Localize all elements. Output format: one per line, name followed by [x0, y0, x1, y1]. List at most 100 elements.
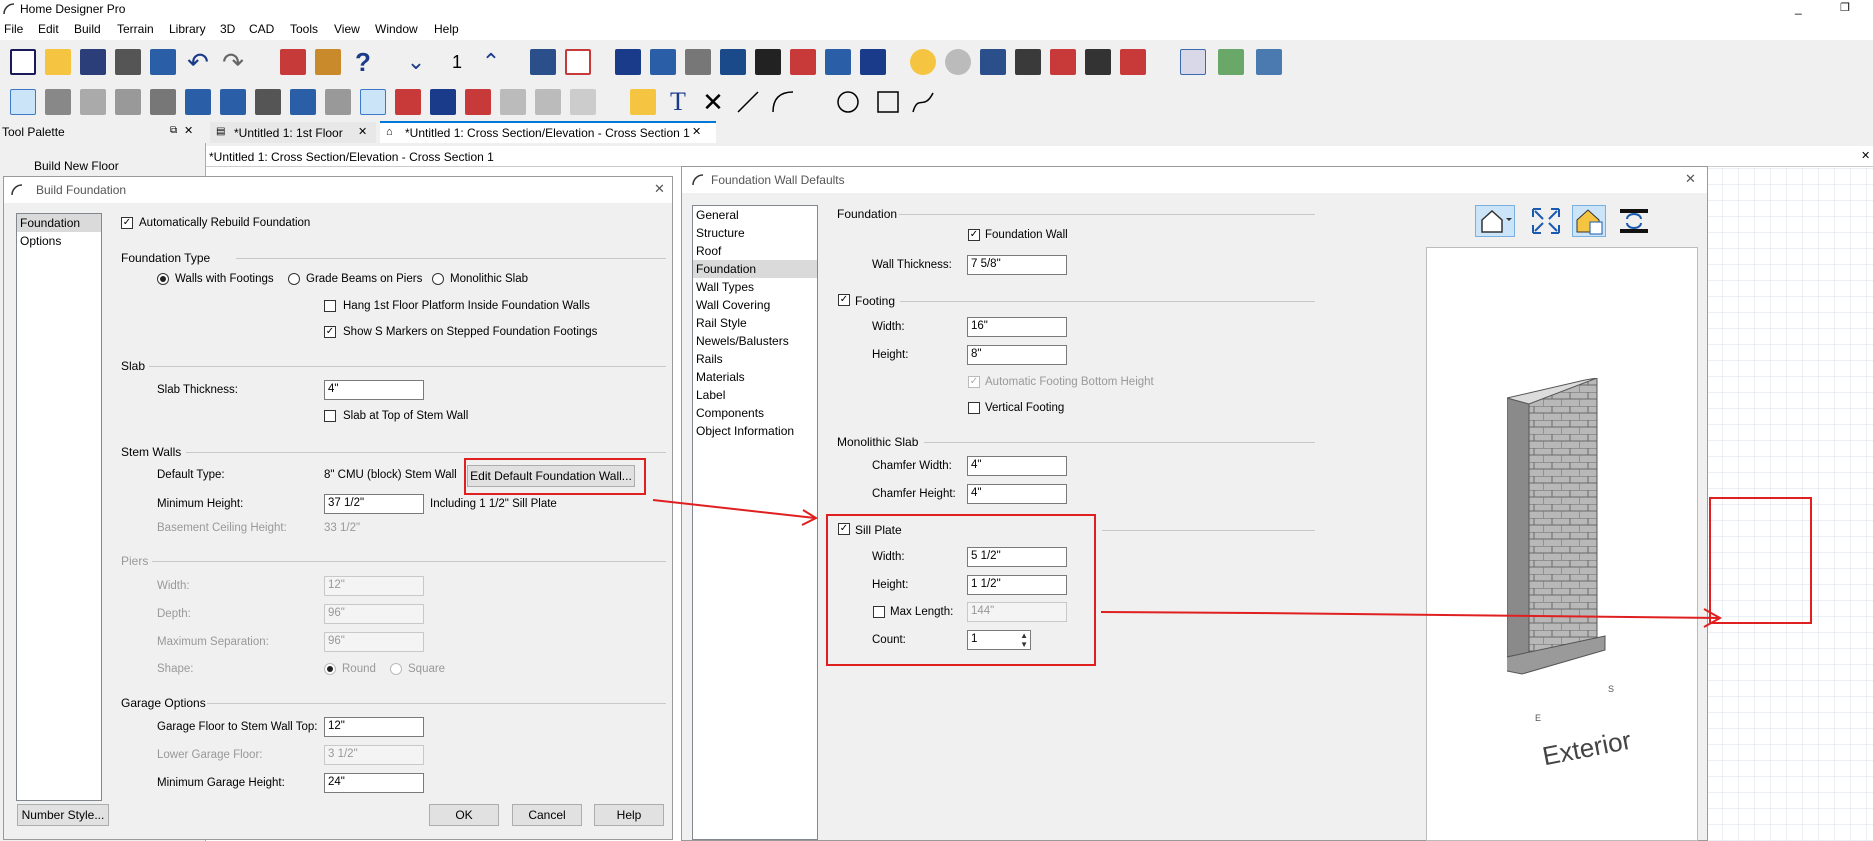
- fwd-nav-newels[interactable]: Newels/Balusters: [693, 332, 817, 350]
- walls-footings-radio[interactable]: [157, 273, 169, 285]
- panels-icon[interactable]: [1256, 49, 1282, 75]
- material-eyedropper-icon[interactable]: [1050, 49, 1076, 75]
- ok-button[interactable]: OK: [429, 804, 499, 826]
- house-defaults-icon[interactable]: [1180, 49, 1206, 75]
- cabinet-icon[interactable]: [185, 89, 211, 115]
- fwd-nav-components[interactable]: Components: [693, 404, 817, 422]
- undo-icon[interactable]: ↶: [185, 49, 211, 75]
- slab-top-checkbox[interactable]: [324, 410, 336, 422]
- layer-icon[interactable]: [1120, 49, 1146, 75]
- ruler-icon[interactable]: [630, 89, 656, 115]
- pier-width-input[interactable]: 12": [324, 576, 424, 596]
- shed-icon[interactable]: [535, 89, 561, 115]
- pier-depth-input[interactable]: 96": [324, 604, 424, 624]
- grade-beams-radio[interactable]: [288, 273, 300, 285]
- wrench-icon[interactable]: [530, 49, 556, 75]
- tab-cross-section[interactable]: ⌂ *Untitled 1: Cross Section/Elevation -…: [380, 121, 716, 143]
- menu-terrain[interactable]: Terrain: [117, 22, 154, 36]
- house-outline-2-icon[interactable]: [430, 89, 456, 115]
- preview-refresh-button[interactable]: [1617, 205, 1651, 237]
- fwd-nav-materials[interactable]: Materials: [693, 368, 817, 386]
- foundation-wall-checkbox[interactable]: ✓: [968, 229, 980, 241]
- tab-close-icon[interactable]: ✕: [358, 125, 367, 138]
- menu-edit[interactable]: Edit: [38, 22, 59, 36]
- house-view-icon[interactable]: [615, 49, 641, 75]
- mouse-icon[interactable]: [685, 49, 711, 75]
- bf-nav-options[interactable]: Options: [17, 232, 101, 250]
- checklist-icon[interactable]: [565, 49, 591, 75]
- spray-icon[interactable]: [980, 49, 1006, 75]
- fwd-nav-structure[interactable]: Structure: [693, 224, 817, 242]
- wall-stack-icon[interactable]: [115, 89, 141, 115]
- open-folder-icon[interactable]: [45, 49, 71, 75]
- dimension-icon[interactable]: [150, 89, 176, 115]
- menu-cad[interactable]: CAD: [249, 22, 274, 36]
- stairs-icon[interactable]: [45, 89, 71, 115]
- shape-round-radio[interactable]: [324, 663, 336, 675]
- window-icon[interactable]: [290, 89, 316, 115]
- floor-stack-icon[interactable]: [325, 89, 351, 115]
- palette-pin-icon[interactable]: ⧉: [170, 125, 177, 136]
- line-icon[interactable]: [735, 89, 761, 115]
- light-bulb-icon[interactable]: [910, 49, 936, 75]
- house-icon[interactable]: [360, 89, 386, 115]
- chamfer-height-input[interactable]: 4": [967, 484, 1067, 504]
- fwd-nav-roof[interactable]: Roof: [693, 242, 817, 260]
- save-icon[interactable]: [80, 49, 106, 75]
- menu-help[interactable]: Help: [434, 22, 459, 36]
- path-icon[interactable]: [570, 89, 596, 115]
- lower-garage-input[interactable]: 3 1/2": [324, 745, 424, 765]
- hang-platform-checkbox[interactable]: [324, 300, 336, 312]
- arc-icon[interactable]: [770, 89, 796, 115]
- text-icon[interactable]: T: [665, 89, 691, 115]
- door-icon[interactable]: [220, 89, 246, 115]
- no-material-icon[interactable]: [1085, 49, 1111, 75]
- x-mark-icon[interactable]: ✕: [700, 89, 726, 115]
- select-objects-icon[interactable]: [10, 89, 36, 115]
- up-floor-icon[interactable]: ⌃: [478, 49, 504, 75]
- menu-view[interactable]: View: [334, 22, 360, 36]
- rectangle-icon[interactable]: [875, 89, 901, 115]
- shape-square-radio[interactable]: [390, 663, 402, 675]
- fence-icon[interactable]: [465, 89, 491, 115]
- camera-record-icon[interactable]: [790, 49, 816, 75]
- menu-file[interactable]: File: [4, 22, 23, 36]
- terrain-icon[interactable]: [1218, 49, 1244, 75]
- footing-height-input[interactable]: 8": [967, 345, 1067, 365]
- spline-icon[interactable]: [910, 89, 936, 115]
- fwd-close-icon[interactable]: ✕: [1685, 171, 1696, 187]
- view-close-icon[interactable]: ✕: [1861, 149, 1870, 162]
- tab-close-icon[interactable]: ✕: [692, 125, 701, 138]
- railing-icon[interactable]: [80, 89, 106, 115]
- garage-floor-input[interactable]: 12": [324, 717, 424, 737]
- dialog-close-icon[interactable]: ✕: [654, 181, 665, 197]
- palette-close-icon[interactable]: ✕: [184, 124, 193, 137]
- menu-build[interactable]: Build: [74, 22, 101, 36]
- wall-thickness-input[interactable]: 7 5/8": [967, 255, 1067, 275]
- fwd-nav-label[interactable]: Label: [693, 386, 817, 404]
- fwd-nav-rail-style[interactable]: Rail Style: [693, 314, 817, 332]
- vertical-footing-checkbox[interactable]: [968, 402, 980, 414]
- pier-separation-input[interactable]: 96": [324, 632, 424, 652]
- print-preview-icon[interactable]: [150, 49, 176, 75]
- monolithic-slab-radio[interactable]: [432, 273, 444, 285]
- footing-checkbox[interactable]: ✓: [838, 294, 850, 306]
- chamfer-width-input[interactable]: 4": [967, 456, 1067, 476]
- fill-window-button[interactable]: [1529, 205, 1563, 237]
- restore-button[interactable]: ❐: [1840, 1, 1850, 14]
- fwd-nav-foundation[interactable]: Foundation: [693, 260, 817, 278]
- help-icon[interactable]: ?: [350, 49, 376, 75]
- fwd-nav-wall-covering[interactable]: Wall Covering: [693, 296, 817, 314]
- menu-tools[interactable]: Tools: [290, 22, 318, 36]
- cancel-button[interactable]: Cancel: [512, 804, 582, 826]
- menu-library[interactable]: Library: [169, 22, 206, 36]
- build-tools-icon[interactable]: [720, 49, 746, 75]
- show-markers-checkbox[interactable]: ✓: [324, 326, 336, 338]
- footing-width-input[interactable]: 16": [967, 317, 1067, 337]
- box-icon[interactable]: [255, 89, 281, 115]
- sun-icon[interactable]: [945, 49, 971, 75]
- fwd-nav-rails[interactable]: Rails: [693, 350, 817, 368]
- tab-first-floor[interactable]: ▤ *Untitled 1: 1st Floor ✕: [210, 122, 376, 143]
- number-style-button[interactable]: Number Style...: [17, 804, 109, 826]
- fwd-nav-object-info[interactable]: Object Information: [693, 422, 817, 440]
